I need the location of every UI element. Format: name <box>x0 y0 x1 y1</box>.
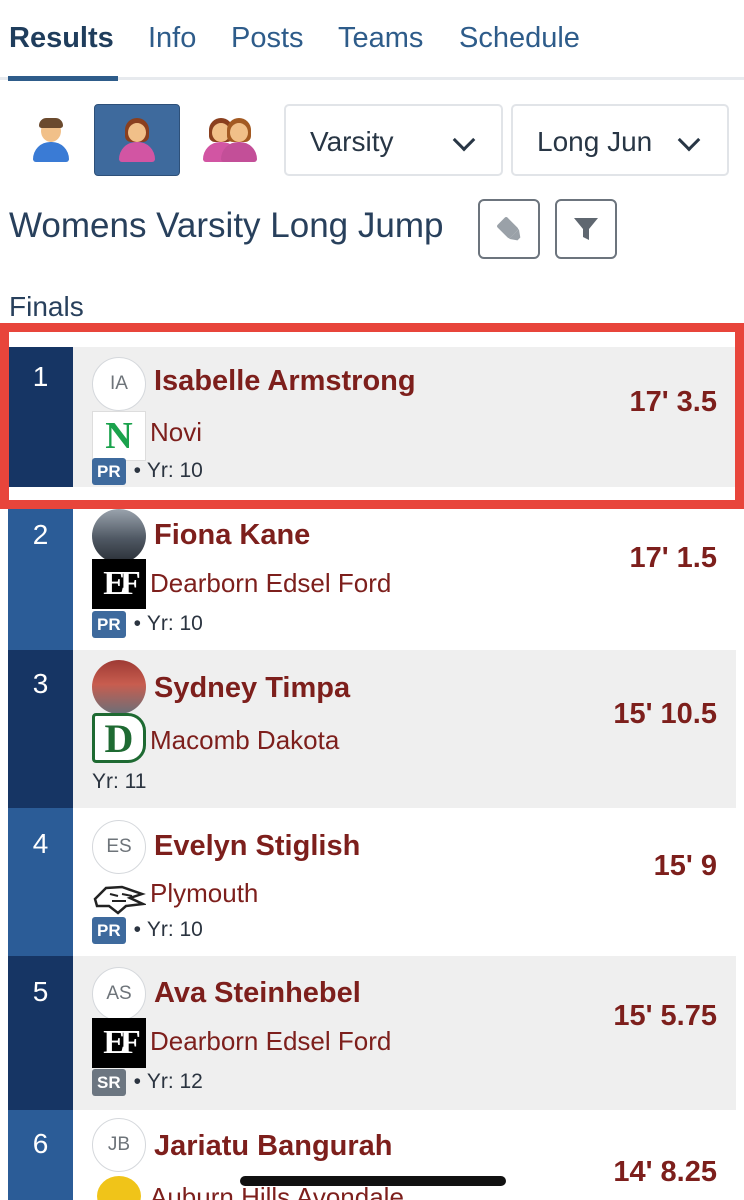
athlete-name[interactable]: Fiona Kane <box>154 519 310 552</box>
athlete-name[interactable]: Jariatu Bangurah <box>154 1130 393 1163</box>
section-label: Finals <box>9 291 84 322</box>
athlete-year: Yr: 10 <box>146 612 203 635</box>
event-select[interactable]: Long Jun <box>511 104 729 176</box>
highlight-box <box>0 323 744 509</box>
bullet-separator: • <box>133 1070 147 1093</box>
tab-info[interactable]: Info <box>148 22 196 55</box>
school-name[interactable]: Dearborn Edsel Ford <box>150 1026 391 1057</box>
school-name[interactable]: Dearborn Edsel Ford <box>150 568 391 599</box>
sr-badge: SR <box>92 1068 126 1096</box>
funnel-icon <box>574 218 598 240</box>
place: 4 <box>32 828 49 859</box>
tab-bar: Results Info Posts Teams Schedule <box>0 0 744 81</box>
athlete-avatar: AS <box>92 967 146 1021</box>
marker-icon <box>497 217 521 241</box>
pr-badge: PR <box>92 916 126 944</box>
tab-results[interactable]: Results <box>9 22 114 55</box>
place: 6 <box>32 1128 49 1159</box>
school-logo <box>97 1176 141 1200</box>
result-mark: 15' 5.75 <box>613 1000 717 1032</box>
place: 5 <box>32 976 49 1007</box>
athlete-year: Yr: 10 <box>146 918 203 941</box>
bullet-separator: • <box>133 918 147 941</box>
result-row[interactable]: 5 AS Ava Steinhebel EF Dearborn Edsel Fo… <box>8 956 736 1110</box>
place: 2 <box>32 519 49 550</box>
athlete-meta: PR • Yr: 10 <box>92 610 203 638</box>
tab-schedule[interactable]: Schedule <box>459 22 580 55</box>
school-logo: EF <box>92 1018 146 1068</box>
result-row[interactable]: 4 ES Evelyn Stiglish Plymouth PR • Yr: 1… <box>8 808 736 956</box>
all-genders-filter-button[interactable] <box>186 104 272 176</box>
female-person-icon <box>117 118 157 162</box>
athlete-name[interactable]: Ava Steinhebel <box>154 977 361 1010</box>
athlete-meta: PR • Yr: 10 <box>92 916 203 944</box>
athlete-meta: SR • Yr: 12 <box>92 1068 203 1096</box>
edit-button[interactable] <box>478 199 540 259</box>
athlete-avatar <box>92 660 146 714</box>
tab-teams[interactable]: Teams <box>338 22 423 55</box>
event-select-value: Long Jun <box>537 126 653 157</box>
level-select[interactable]: Varsity <box>284 104 503 176</box>
athlete-year: Yr: 12 <box>146 1070 203 1093</box>
tab-posts[interactable]: Posts <box>231 22 304 55</box>
athlete-avatar <box>92 509 146 563</box>
athlete-meta: Yr: 11 <box>92 768 146 796</box>
female-filter-button[interactable] <box>94 104 180 176</box>
athlete-avatar: ES <box>92 820 146 874</box>
result-mark: 15' 9 <box>653 850 717 882</box>
result-mark: 17' 1.5 <box>629 542 717 574</box>
school-logo: EF <box>92 559 146 609</box>
filter-button[interactable] <box>555 199 617 259</box>
result-row[interactable]: 6 JB Jariatu Bangurah Auburn Hills Avond… <box>8 1110 736 1200</box>
athlete-avatar: JB <box>92 1118 146 1172</box>
result-mark: 14' 8.25 <box>613 1156 717 1188</box>
place: 3 <box>32 668 49 699</box>
result-row[interactable]: 2 Fiona Kane EF Dearborn Edsel Ford PR •… <box>8 505 736 650</box>
school-name[interactable]: Plymouth <box>150 878 258 909</box>
two-people-icon <box>201 118 257 162</box>
bullet-separator: • <box>133 612 147 635</box>
male-person-icon <box>31 118 71 162</box>
wildcat-logo-icon <box>93 885 146 915</box>
pr-badge: PR <box>92 610 126 638</box>
school-name[interactable]: Macomb Dakota <box>150 725 339 756</box>
result-mark: 15' 10.5 <box>613 698 717 730</box>
athlete-name[interactable]: Sydney Timpa <box>154 672 350 705</box>
athlete-name[interactable]: Evelyn Stiglish <box>154 830 360 863</box>
level-select-value: Varsity <box>310 126 394 157</box>
school-logo: D <box>92 713 146 763</box>
athlete-year: Yr: 11 <box>92 770 147 793</box>
home-indicator <box>240 1176 506 1186</box>
active-tab-indicator <box>8 76 118 81</box>
result-row[interactable]: 3 Sydney Timpa D Macomb Dakota Yr: 11 15… <box>8 650 736 808</box>
male-filter-button[interactable] <box>8 104 94 176</box>
page-title: Womens Varsity Long Jump <box>9 206 444 245</box>
chevron-down-icon <box>677 128 701 152</box>
